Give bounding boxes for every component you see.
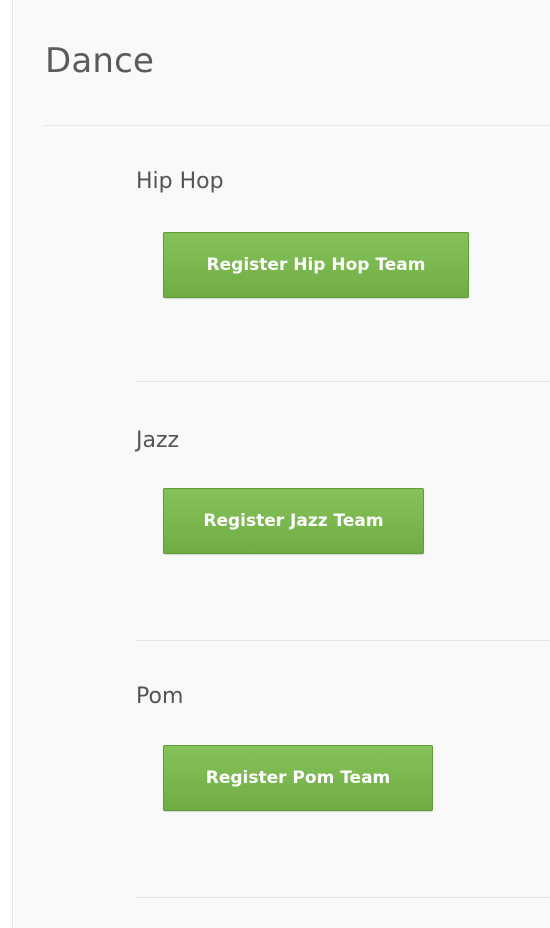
jazz-section-divider (136, 640, 550, 641)
register-jazz-team-button[interactable]: Register Jazz Team (163, 488, 424, 554)
page-title: Dance (45, 41, 155, 81)
jazz-heading: Jazz (136, 428, 180, 453)
page-frame: Dance Hip Hop Register Hip Hop Team Jazz… (0, 0, 550, 928)
pom-heading: Pom (136, 684, 184, 709)
title-divider (43, 125, 550, 126)
register-hip-hop-team-button[interactable]: Register Hip Hop Team (163, 232, 469, 298)
pom-section-divider (136, 897, 550, 898)
register-pom-team-button[interactable]: Register Pom Team (163, 745, 433, 811)
hip-hop-section-divider (136, 381, 550, 382)
hip-hop-heading: Hip Hop (136, 169, 224, 194)
dance-panel: Dance Hip Hop Register Hip Hop Team Jazz… (12, 0, 550, 928)
